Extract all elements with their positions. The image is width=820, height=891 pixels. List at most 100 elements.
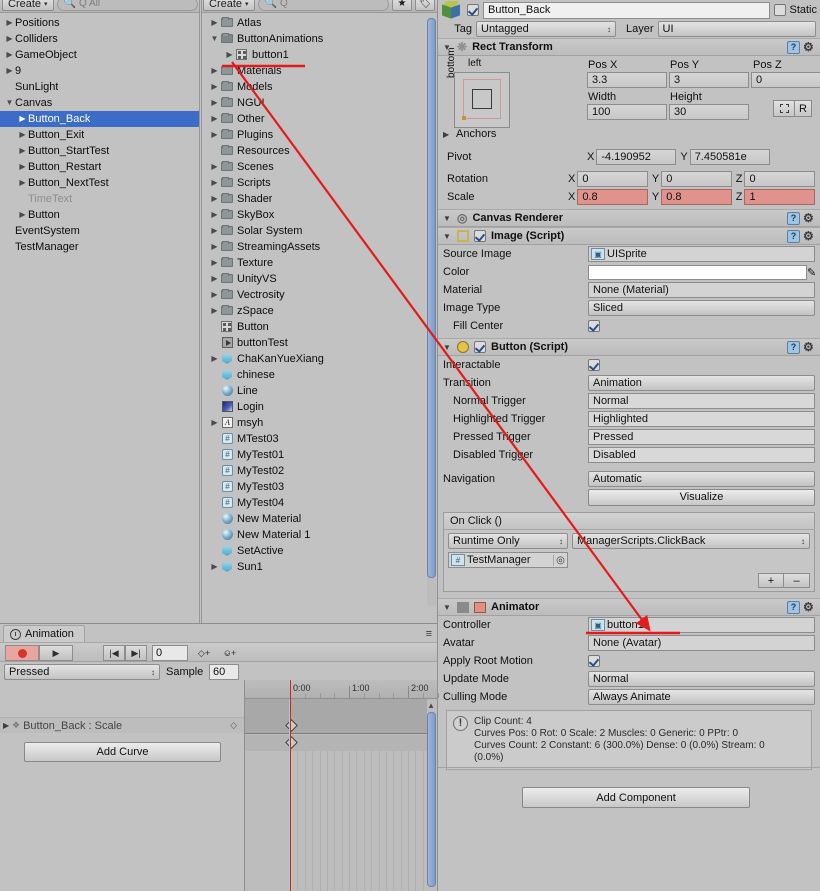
controller-field[interactable]: ▣ button1 [588, 617, 815, 633]
onclick-function-dropdown[interactable]: ManagerScripts.ClickBack ↕ [572, 533, 810, 549]
next-keyframe-button[interactable]: ▶| [125, 645, 147, 661]
play-button[interactable]: ▶ [39, 645, 73, 661]
project-item-mtest03[interactable]: MTest03 [205, 431, 425, 447]
foldout-closed-icon[interactable]: ▶ [209, 259, 220, 267]
foldout-closed-icon[interactable]: ▶ [17, 147, 28, 155]
rotation-y-input[interactable]: 0 [661, 171, 732, 187]
avatar-field[interactable]: None (Avatar) [588, 635, 815, 651]
raw-edit-mode-button[interactable]: R [795, 100, 812, 117]
hierarchy-item-9[interactable]: ▶ 9 [0, 63, 200, 79]
color-swatch[interactable] [588, 264, 807, 280]
timeline-summary-track[interactable] [245, 699, 427, 734]
filter-by-label-button[interactable]: 🏷 [415, 0, 435, 11]
foldout-closed-icon[interactable]: ▶ [209, 275, 220, 283]
hierarchy-item-button[interactable]: ▶ Button [0, 207, 200, 223]
button-script-header[interactable]: ▼ Button (Script) ? [438, 338, 820, 356]
project-item-materials[interactable]: ▶ Materials [205, 63, 425, 79]
material-field[interactable]: None (Material) [588, 282, 815, 298]
project-item-ngui[interactable]: ▶ NGUI [205, 95, 425, 111]
culling-mode-dropdown[interactable]: Always Animate [588, 689, 815, 705]
foldout-closed-icon[interactable]: ▶ [17, 115, 28, 123]
object-active-checkbox[interactable] [467, 4, 479, 16]
add-curve-button[interactable]: Add Curve [24, 742, 221, 762]
project-item-resources[interactable]: Resources [205, 143, 425, 159]
onclick-mode-dropdown[interactable]: Runtime Only ↕ [448, 533, 568, 549]
hierarchy-item-sunlight[interactable]: SunLight [0, 79, 200, 95]
foldout-closed-icon[interactable]: ▶ [17, 163, 28, 171]
eyedropper-icon[interactable]: ✎ [807, 266, 816, 279]
foldout-closed-icon[interactable]: ▶ [209, 307, 220, 315]
foldout-closed-icon[interactable]: ▶ [4, 19, 15, 27]
button-enabled-checkbox[interactable] [474, 341, 486, 353]
hierarchy-item-button-starttest[interactable]: ▶ Button_StartTest [0, 143, 200, 159]
gear-icon[interactable] [803, 341, 815, 353]
project-scrollbar[interactable] [427, 18, 436, 607]
animation-window-menu-button[interactable]: ≡ [426, 628, 432, 640]
project-item-scenes[interactable]: ▶ Scenes [205, 159, 425, 175]
hierarchy-search-input[interactable]: 🔍 Q All [56, 0, 198, 11]
project-item-mytest04[interactable]: MyTest04 [205, 495, 425, 511]
project-item-button1[interactable]: ▶ button1 [205, 47, 425, 63]
gear-icon[interactable] [803, 41, 815, 53]
hierarchy-item-button-restart[interactable]: ▶ Button_Restart [0, 159, 200, 175]
anchors-foldout[interactable]: ▶ Anchors [443, 128, 496, 140]
hierarchy-item-button-exit[interactable]: ▶ Button_Exit [0, 127, 200, 143]
pressed-trigger-input[interactable]: Pressed [588, 429, 815, 445]
foldout-closed-icon[interactable]: ▶ [209, 83, 220, 91]
project-item-msyh[interactable]: ▶ msyh [205, 415, 425, 431]
project-item-texture[interactable]: ▶ Texture [205, 255, 425, 271]
filter-by-type-button[interactable]: ★ [392, 0, 412, 11]
update-mode-dropdown[interactable]: Normal [588, 671, 815, 687]
project-item-chinese[interactable]: chinese [205, 367, 425, 383]
help-icon[interactable]: ? [787, 340, 800, 354]
project-item-scripts[interactable]: ▶ Scripts [205, 175, 425, 191]
highlighted-trigger-input[interactable]: Highlighted [588, 411, 815, 427]
help-icon[interactable]: ? [787, 211, 800, 225]
project-item-mytest02[interactable]: MyTest02 [205, 463, 425, 479]
layer-dropdown[interactable]: UI [657, 21, 816, 37]
foldout-open-icon[interactable]: ▼ [443, 343, 452, 352]
add-event-button[interactable]: ⎉+ [219, 645, 241, 661]
project-scrollbar-thumb[interactable] [427, 18, 436, 578]
project-item-chakanyuexiang[interactable]: ▶ ChaKanYueXiang [205, 351, 425, 367]
hierarchy-item-timetext[interactable]: TimeText [0, 191, 200, 207]
foldout-open-icon[interactable]: ▼ [443, 214, 452, 223]
scale-z-input[interactable]: 1 [744, 189, 815, 205]
height-input[interactable]: 30 [669, 104, 749, 120]
timeline-scrollbar-thumb[interactable] [427, 712, 436, 887]
tab-animation[interactable]: Animation [3, 625, 85, 642]
image-type-dropdown[interactable]: Sliced [588, 300, 815, 316]
foldout-closed-icon[interactable]: ▶ [3, 721, 12, 730]
curve-keyframe-icon[interactable]: ◇ [230, 720, 237, 731]
project-item-button[interactable]: Button [205, 319, 425, 335]
scale-y-input[interactable]: 0.8 [661, 189, 732, 205]
foldout-closed-icon[interactable]: ▶ [209, 355, 220, 363]
canvas-renderer-header[interactable]: ▼ ◎ Canvas Renderer ? [438, 209, 820, 227]
help-icon[interactable]: ? [787, 229, 800, 243]
hierarchy-item-button-nexttest[interactable]: ▶ Button_NextTest [0, 175, 200, 191]
foldout-closed-icon[interactable]: ▶ [4, 67, 15, 75]
image-enabled-checkbox[interactable] [474, 230, 486, 242]
project-item-vectrosity[interactable]: ▶ Vectrosity [205, 287, 425, 303]
blueprint-raw-group[interactable]: R [773, 100, 812, 117]
hierarchy-tree[interactable]: ▶ Positions ▶ Colliders ▶ GameObject ▶ 9 SunLigh… [0, 15, 200, 623]
foldout-closed-icon[interactable]: ▶ [209, 131, 220, 139]
hierarchy-item-positions[interactable]: ▶ Positions [0, 15, 200, 31]
project-item-solar-system[interactable]: ▶ Solar System [205, 223, 425, 239]
onclick-add-button[interactable]: + [758, 573, 784, 588]
foldout-closed-icon[interactable]: ▶ [209, 563, 220, 571]
animator-header[interactable]: ▼ Animator ? [438, 598, 820, 616]
help-icon[interactable]: ? [787, 600, 800, 614]
onclick-object-field[interactable]: # TestManager ◎ [448, 552, 568, 568]
hierarchy-item-colliders[interactable]: ▶ Colliders [0, 31, 200, 47]
hierarchy-create-button[interactable]: Create ▾ [2, 0, 54, 11]
project-item-new-material[interactable]: New Material [205, 511, 425, 527]
source-image-field[interactable]: ▣ UISprite [588, 246, 815, 262]
project-item-shader[interactable]: ▶ Shader [205, 191, 425, 207]
rotation-x-input[interactable]: 0 [577, 171, 648, 187]
foldout-closed-icon[interactable]: ▶ [443, 130, 452, 139]
pos-x-input[interactable]: 3.3 [587, 72, 667, 88]
fill-center-checkbox[interactable] [588, 320, 600, 332]
foldout-closed-icon[interactable]: ▶ [17, 179, 28, 187]
record-button[interactable] [5, 645, 39, 661]
